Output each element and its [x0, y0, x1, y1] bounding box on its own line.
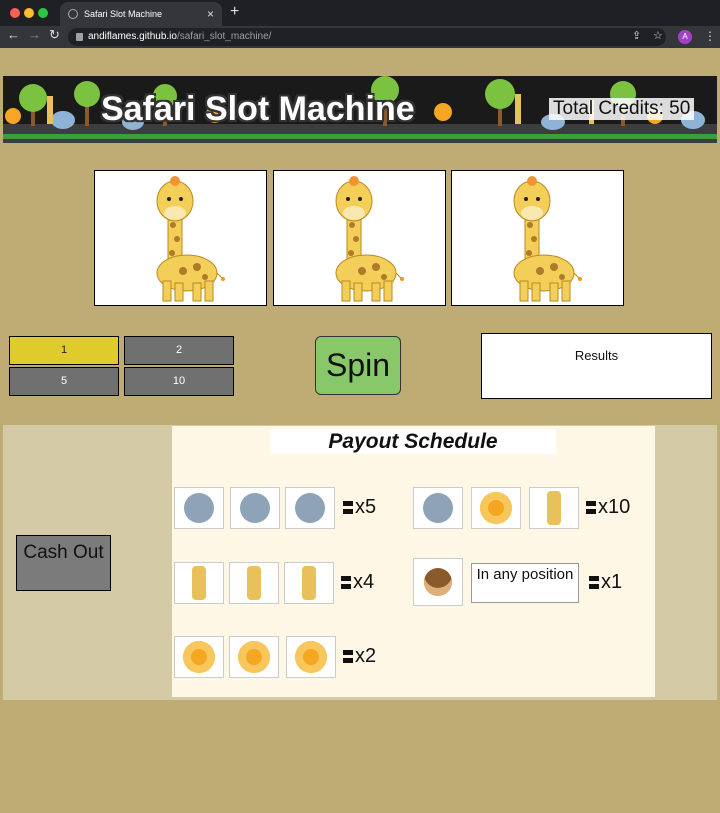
- payout-title: Payout Schedule: [270, 429, 556, 454]
- close-tab-icon[interactable]: ×: [207, 2, 214, 26]
- tab-title: Safari Slot Machine: [84, 9, 163, 19]
- payout-monkey-tile: [413, 558, 463, 606]
- total-credits: Total Credits: 50: [549, 98, 695, 120]
- equals-icon: [589, 576, 599, 589]
- payout-giraffe-tile: [284, 562, 334, 604]
- giraffe-icon: [547, 491, 561, 525]
- reel-2: [273, 170, 446, 306]
- payout-giraffe-tile: [174, 562, 224, 604]
- payout-giraffe-tile: [229, 562, 279, 604]
- payout-elephant-tile: [174, 487, 224, 529]
- bet-2-button[interactable]: 2: [124, 336, 234, 365]
- payout-giraffe-tile: [529, 487, 579, 529]
- back-icon[interactable]: ←: [7, 27, 20, 42]
- bet-10-button[interactable]: 10: [124, 367, 234, 396]
- cash-out-button[interactable]: Cash Out: [16, 535, 111, 591]
- lion-icon: [295, 641, 327, 673]
- address-bar[interactable]: andiflames.github.io/safari_slot_machine…: [68, 28, 666, 46]
- share-icon[interactable]: ⇪: [632, 29, 641, 42]
- payout-multiplier: x2: [343, 645, 376, 668]
- elephant-icon: [240, 493, 270, 523]
- minimize-window-icon[interactable]: [24, 8, 34, 18]
- equals-icon: [341, 576, 351, 589]
- profile-avatar[interactable]: A: [678, 30, 692, 44]
- lion-icon: [183, 641, 215, 673]
- payout-multiplier: x5: [343, 496, 376, 519]
- monkey-icon: [424, 568, 452, 596]
- bet-5-button[interactable]: 5: [9, 367, 119, 396]
- payout-elephant-tile: [230, 487, 280, 529]
- payout-elephant-tile: [413, 487, 463, 529]
- elephant-icon: [184, 493, 214, 523]
- browser-menu-icon[interactable]: ⋮: [704, 29, 716, 43]
- payout-lion-tile: [471, 487, 521, 529]
- safari-banner: Safari Slot Machine Total Credits: 50: [3, 76, 717, 143]
- giraffe-icon: [247, 566, 261, 600]
- lock-icon: [76, 33, 83, 41]
- lion-icon: [480, 492, 512, 524]
- giraffe-icon: [156, 176, 225, 302]
- forward-icon[interactable]: →: [28, 27, 41, 42]
- bet-1-button[interactable]: 1: [9, 336, 119, 365]
- maximize-window-icon[interactable]: [38, 8, 48, 18]
- url-path: /safari_slot_machine/: [176, 31, 272, 42]
- new-tab-icon[interactable]: +: [230, 3, 239, 21]
- browser-toolbar: ← → ↻ andiflames.github.io/safari_slot_m…: [0, 26, 720, 48]
- payout-multiplier: x10: [586, 496, 630, 519]
- url-host: andiflames.github.io: [88, 31, 177, 42]
- bookmark-star-icon[interactable]: ☆: [653, 29, 663, 42]
- giraffe-icon: [302, 566, 316, 600]
- payout-lion-tile: [286, 636, 336, 678]
- payout-lion-tile: [229, 636, 279, 678]
- giraffe-icon: [192, 566, 206, 600]
- elephant-icon: [423, 493, 453, 523]
- payout-elephant-tile: [285, 487, 335, 529]
- payout-multiplier: x4: [341, 571, 374, 594]
- results-box: Results: [481, 333, 712, 399]
- reel-3: [451, 170, 624, 306]
- results-label: Results: [574, 348, 619, 363]
- globe-icon: [68, 9, 78, 19]
- any-position-note: In any position: [471, 563, 579, 603]
- giraffe-icon: [513, 176, 582, 302]
- browser-tab[interactable]: Safari Slot Machine ×: [60, 2, 222, 26]
- payout-lion-tile: [174, 636, 224, 678]
- giraffe-icon: [335, 176, 404, 302]
- elephant-icon: [295, 493, 325, 523]
- reload-icon[interactable]: ↻: [49, 27, 60, 43]
- close-window-icon[interactable]: [10, 8, 20, 18]
- browser-tab-strip: Safari Slot Machine × +: [0, 0, 720, 26]
- equals-icon: [343, 501, 353, 514]
- payout-multiplier: x1: [589, 571, 622, 594]
- equals-icon: [586, 501, 596, 514]
- spin-button[interactable]: Spin: [315, 336, 401, 395]
- page-title: Safari Slot Machine: [101, 90, 415, 128]
- equals-icon: [343, 650, 353, 663]
- reel-1: [94, 170, 267, 306]
- lion-icon: [238, 641, 270, 673]
